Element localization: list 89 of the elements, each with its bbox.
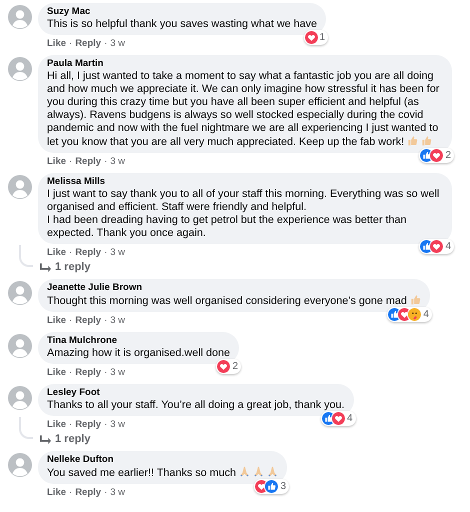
comment-author[interactable]: Melissa Mills [47,176,443,188]
love-reaction-icon [217,360,230,373]
comment-author[interactable]: Suzy Mac [47,6,318,18]
comment-time: 3 w [110,38,126,50]
separator-dot: · [104,419,108,431]
comment-time: 3 w [110,419,126,431]
comment-author[interactable]: Nelleke Dufton [47,454,278,466]
separator-dot: · [69,487,72,499]
avatar-icon[interactable] [8,57,32,81]
avatar-icon[interactable] [8,175,32,199]
thumbs-up-icon [410,294,421,305]
separator-dot: · [104,38,108,50]
comment-text: Hi all, I just wanted to take a moment to say what a fantastic job you are all doing and how much we appreciate it. We can only imagine how stressful it has been for you during this crazy time but you have all been super efficient and helpful (as always). Ravens budgens is always so well stocked especially during the covid pandemic and now with the fuel nightmare we are all experiencing I just wanted to let you know that you are all very much appreciated. Keep up the fab work! [47,70,440,149]
comment-text: Thought this morning was well organised considering everyone’s gone mad [47,294,421,308]
reaction-summary[interactable]: 4 [419,239,454,254]
comment-action-link[interactable]: Reply [75,247,102,259]
separator-dot: · [104,156,108,168]
praying-hands-icon [253,466,264,477]
praying-hands-icon [239,466,250,477]
comment-action-link[interactable]: Reply [75,367,102,379]
comment-action-link[interactable]: Like [47,38,66,50]
comment-action-link[interactable]: Like [47,315,66,327]
thumbs-up-icon [407,135,418,146]
separator-dot: · [69,38,72,50]
reaction-summary[interactable]: 2 [216,359,242,374]
comment-time: 3 w [110,247,126,259]
comment-action-link[interactable]: Reply [75,487,102,499]
love-reaction-icon [304,31,318,44]
view-replies-link[interactable]: 1 reply [40,433,90,446]
comment-action-link[interactable]: Like [47,247,66,259]
comment-action-link[interactable]: Reply [75,315,102,327]
separator-dot: · [69,419,72,431]
reaction-count: 2 [445,150,451,162]
comment-action-link[interactable]: Like [47,419,66,431]
reaction-count: 1 [320,32,326,44]
care-reaction-icon [408,308,422,321]
reaction-count: 2 [232,360,238,372]
love-reaction-icon [430,240,444,253]
thumbs-up-icon [421,135,432,146]
comment-action-link[interactable]: Reply [75,38,102,50]
praying-hands-icon [267,466,278,477]
separator-dot: · [104,367,108,379]
separator-dot: · [69,315,72,327]
avatar-icon[interactable] [8,334,32,358]
reaction-summary[interactable]: 3 [254,479,290,494]
reaction-count: 4 [423,308,429,320]
reaction-count: 3 [280,480,286,492]
reaction-summary[interactable]: 2 [419,148,454,163]
thread-line [19,417,33,439]
separator-dot: · [104,247,108,259]
view-replies-link[interactable]: 1 reply [40,261,90,274]
comment-action-link[interactable]: Reply [75,419,102,431]
love-reaction-icon [430,149,444,162]
avatar-icon[interactable] [8,453,32,477]
separator-dot: · [69,247,72,259]
like-reaction-icon [265,480,278,493]
comment-action-link[interactable]: Like [47,487,66,499]
avatar-icon[interactable] [8,386,32,410]
comment-text: This is so helpful thank you saves wasting what we have [47,18,318,31]
comment-author[interactable]: Jeanette Julie Brown [47,282,421,294]
comment-time: 3 w [110,367,126,379]
reaction-summary[interactable]: 1 [304,30,328,45]
reply-arrow-icon [40,434,51,444]
comment-text: Amazing how it is organised.well done [47,347,230,360]
separator-dot: · [104,315,108,327]
avatar-icon[interactable] [8,5,32,29]
comment-action-link[interactable]: Like [47,156,66,168]
reaction-summary[interactable]: 4 [320,411,356,426]
separator-dot: · [104,487,108,499]
comment-time: 3 w [110,315,126,327]
separator-dot: · [69,156,72,168]
separator-dot: · [69,367,72,379]
comment-time: 3 w [110,487,126,499]
comment-author[interactable]: Tina Mulchrone [47,335,230,347]
thread-line [19,245,33,267]
comment-text: You saved me earlier!! Thanks so much [47,466,278,480]
comment-action-link[interactable]: Like [47,367,66,379]
comment-action-link[interactable]: Reply [75,156,102,168]
reaction-summary[interactable]: 4 [387,307,432,322]
avatar-icon[interactable] [8,281,32,305]
love-reaction-icon [332,412,345,425]
comment-text: Thanks to all your staff. You’re all doing a great job, thank you. [47,399,345,412]
comment-author[interactable]: Lesley Foot [47,387,345,399]
comment-text: I just want to say thank you to all of your staff this morning. Everything was so well organised and efficient. Staff were friendly and helpful. I had been dreading having to get petrol but the experience was better than expected. Thank you once again. [47,188,440,240]
comment-time: 3 w [110,156,126,168]
reply-arrow-icon [40,262,51,272]
comment-author[interactable]: Paula Martin [47,58,443,70]
reaction-count: 4 [445,240,451,252]
reaction-count: 4 [346,412,353,424]
